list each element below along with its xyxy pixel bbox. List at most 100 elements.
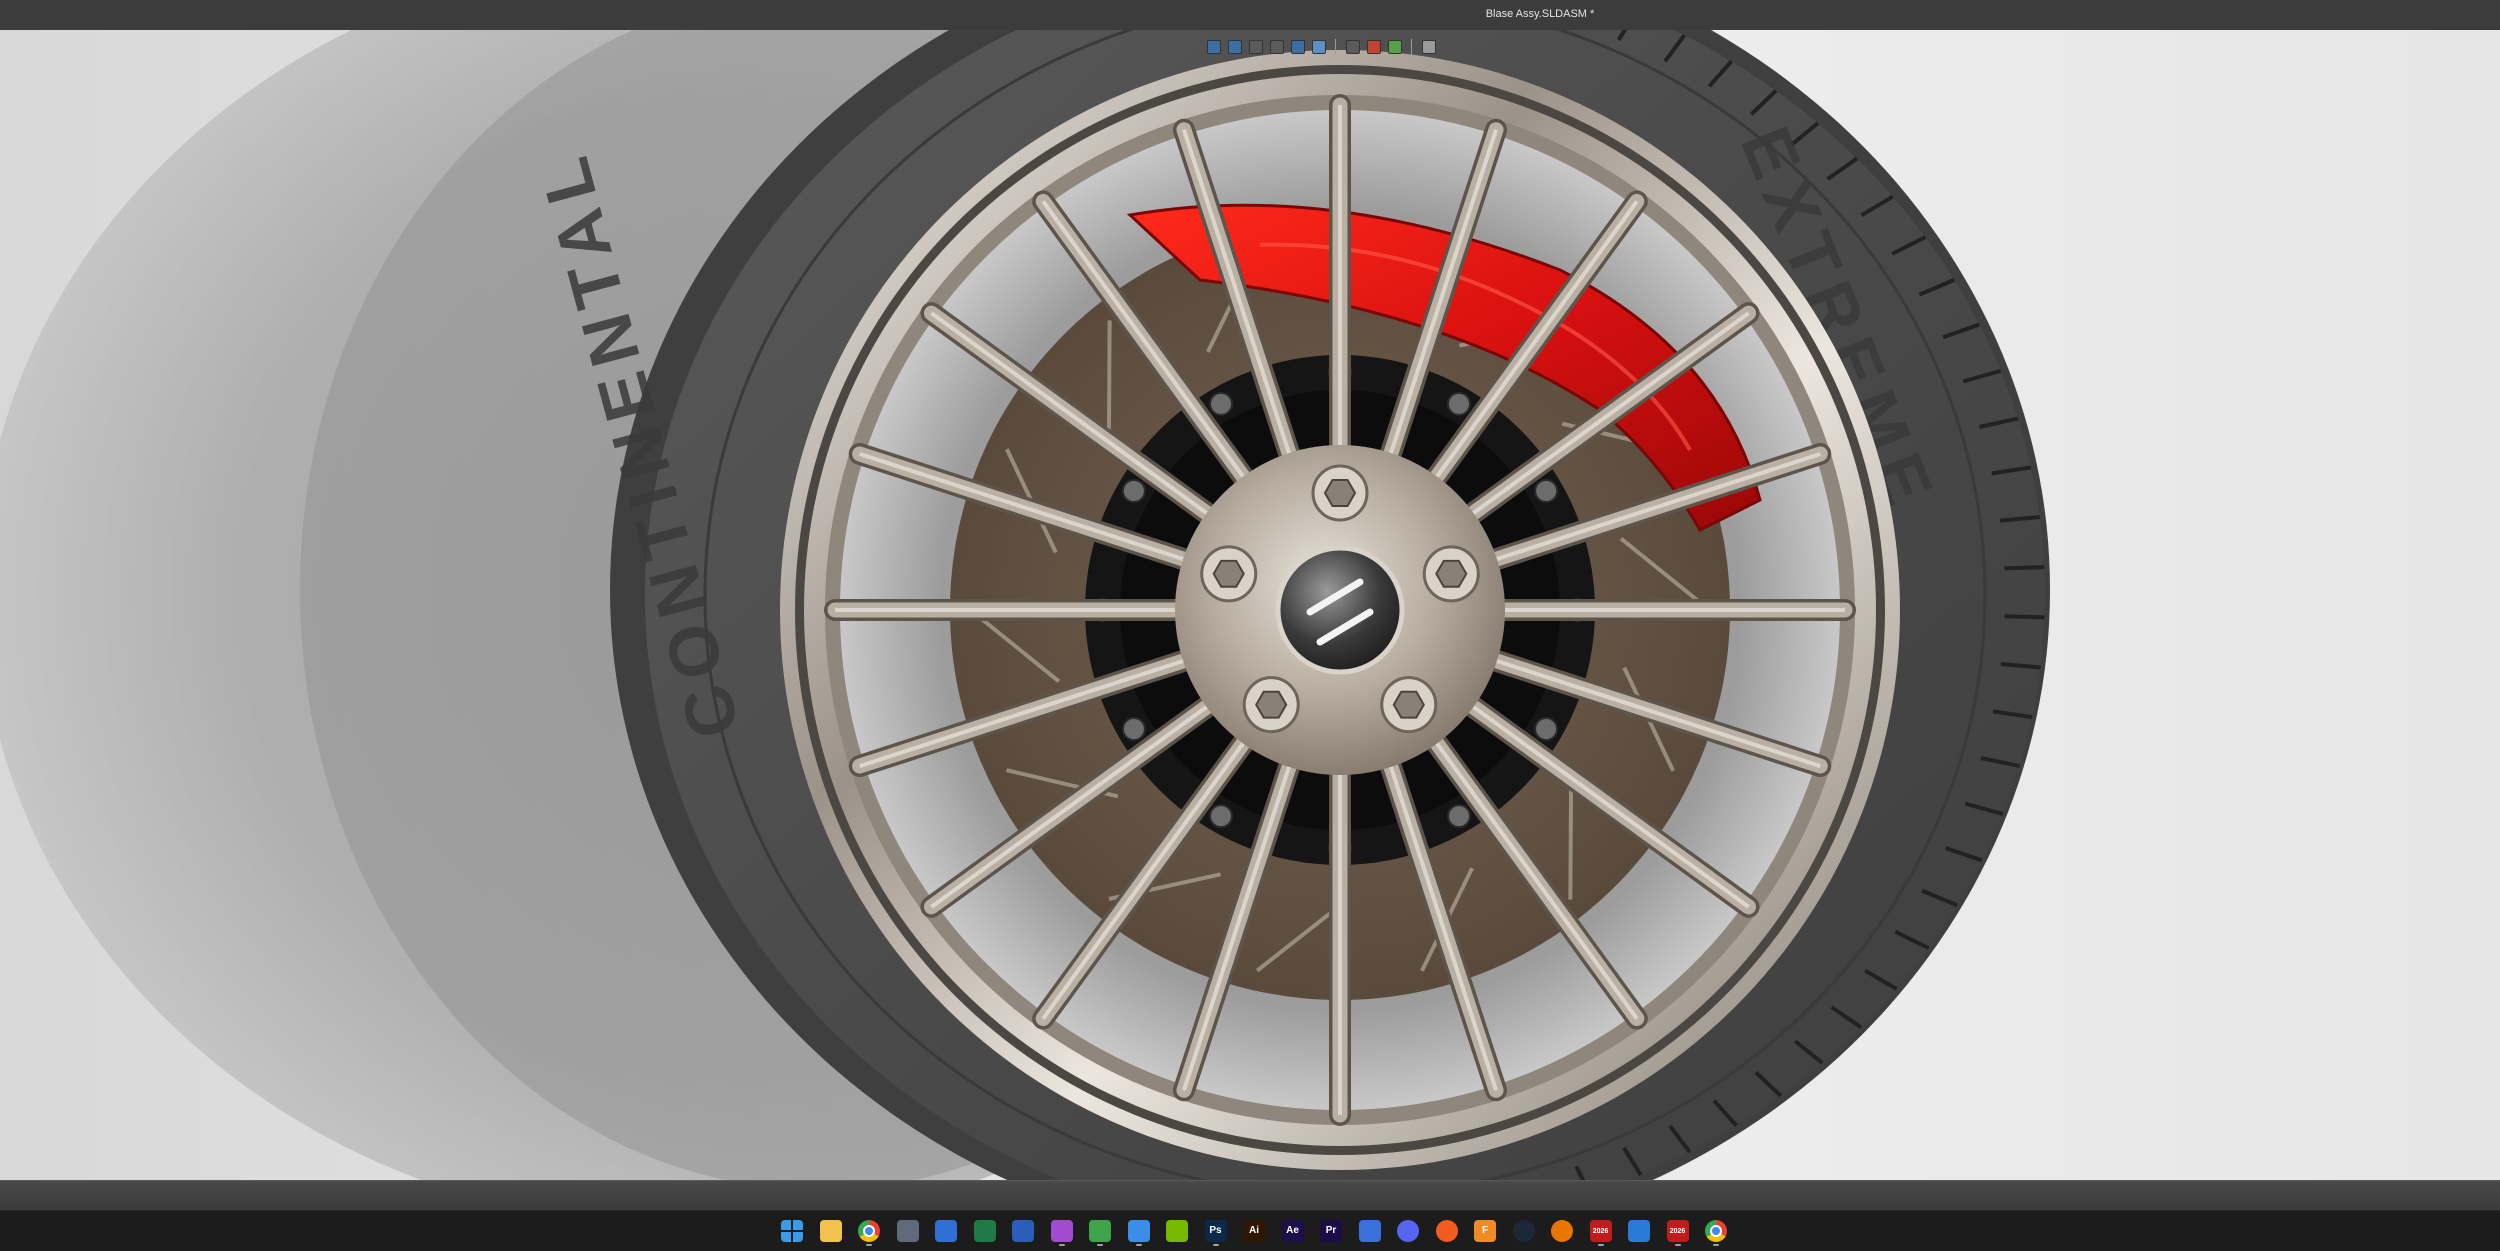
windows-taskbar: Ps Ai Ae Pr F 2026 2026 <box>0 1210 2500 1251</box>
after-effects-icon[interactable]: Ae <box>1277 1215 1309 1247</box>
taskbar-app-label: F <box>1481 1225 1489 1236</box>
rotor-bolt <box>1121 479 1146 503</box>
taskbar-app-label: Ai <box>1249 1225 1259 1236</box>
phone-link-glyph <box>1127 1220 1150 1242</box>
fusion-icon[interactable]: F <box>1469 1215 1501 1247</box>
rotor-bolt <box>1209 391 1233 416</box>
view-settings-icon[interactable] <box>1420 39 1437 56</box>
wheel-center-hub <box>1175 445 1505 775</box>
file-explorer-glyph <box>819 1220 842 1242</box>
rotor-bolt <box>1534 479 1559 503</box>
windows-start-glyph <box>781 1220 803 1242</box>
cube-app-icon[interactable] <box>1623 1215 1655 1247</box>
store-glyph <box>935 1220 957 1242</box>
graphics-viewport[interactable]: CONTINENTAL EXTREME <box>0 30 2500 1180</box>
hide-show-items-icon[interactable] <box>1344 39 1361 56</box>
apply-scene-icon[interactable] <box>1386 39 1403 56</box>
center-cap <box>1275 545 1405 675</box>
blender-glyph <box>1551 1220 1573 1242</box>
lug-nut-hex <box>1255 690 1288 719</box>
chrome-alt-icon[interactable] <box>1700 1215 1732 1247</box>
rotor-bolt <box>1121 717 1146 741</box>
blender-icon[interactable] <box>1546 1215 1578 1247</box>
phone-link-icon[interactable] <box>1123 1215 1155 1247</box>
wheel-render[interactable]: CONTINENTAL EXTREME <box>0 30 2500 1180</box>
xbox-icon[interactable] <box>1084 1215 1116 1247</box>
photoshop-icon[interactable]: Ps <box>1200 1215 1232 1247</box>
running-indicator <box>866 1244 872 1246</box>
excel-glyph <box>973 1220 996 1242</box>
lug-nut-hex <box>1212 559 1245 588</box>
rotor-bolt <box>1447 391 1471 416</box>
calculator-glyph <box>896 1220 919 1242</box>
chrome-glyph <box>858 1220 880 1242</box>
app-orange-icon[interactable] <box>1431 1215 1463 1247</box>
mail-icon[interactable] <box>1354 1215 1386 1247</box>
section-view-icon[interactable] <box>1268 39 1285 56</box>
running-indicator <box>1212 1244 1219 1246</box>
running-indicator <box>1135 1244 1142 1246</box>
rotor-bolt <box>1534 717 1559 741</box>
taskbar-app-label: Ae <box>1286 1225 1299 1236</box>
taskbar-app-label: Ps <box>1209 1225 1222 1236</box>
tread-mark <box>2004 565 2045 571</box>
mail-glyph <box>1358 1220 1381 1242</box>
solidworks-2026-a-icon[interactable]: 2026 <box>1585 1215 1617 1247</box>
view-orientation-icon[interactable] <box>1289 39 1306 56</box>
running-indicator <box>1674 1244 1681 1246</box>
windows-start-icon[interactable] <box>776 1215 808 1247</box>
nvidia-glyph <box>1166 1220 1188 1242</box>
word-glyph <box>1012 1220 1034 1242</box>
edit-appearance-icon[interactable] <box>1365 39 1382 56</box>
after-effects-glyph: Ae <box>1281 1220 1304 1242</box>
hud-separator <box>1335 39 1336 55</box>
lug-nut-hex <box>1323 479 1357 507</box>
cube-app-glyph <box>1628 1220 1650 1242</box>
camera-app-icon[interactable] <box>1046 1215 1078 1247</box>
running-indicator <box>1058 1244 1065 1246</box>
discord-glyph <box>1397 1220 1419 1242</box>
running-indicator <box>1713 1244 1719 1246</box>
taskbar-app-label: Pr <box>1325 1225 1337 1236</box>
steam-glyph <box>1512 1220 1535 1242</box>
previous-view-icon[interactable] <box>1247 39 1264 56</box>
discord-icon[interactable] <box>1392 1215 1424 1247</box>
taskbar-apps: Ps Ai Ae Pr F 2026 2026 <box>776 1215 1732 1247</box>
chrome-icon[interactable] <box>853 1215 885 1247</box>
store-icon[interactable] <box>930 1215 962 1247</box>
premiere-icon[interactable]: Pr <box>1315 1215 1347 1247</box>
rotor-bolt <box>1447 804 1471 829</box>
premiere-glyph: Pr <box>1320 1220 1342 1242</box>
disc-slot <box>1106 320 1112 435</box>
title-bar: Blase Assy.SLDASM * <box>0 0 2500 31</box>
taskbar-app-label: 2026 <box>1669 1227 1686 1235</box>
solidworks-2026-b-glyph: 2026 <box>1666 1220 1689 1242</box>
word-icon[interactable] <box>1007 1215 1039 1247</box>
heads-up-view-toolbar <box>1205 33 1437 61</box>
steam-icon[interactable] <box>1508 1215 1540 1247</box>
zoom-to-fit-icon[interactable] <box>1205 39 1222 56</box>
illustrator-icon[interactable]: Ai <box>1238 1215 1270 1247</box>
camera-app-glyph <box>1050 1220 1073 1242</box>
photoshop-glyph: Ps <box>1204 1220 1227 1242</box>
tread-mark <box>2004 614 2045 620</box>
illustrator-glyph: Ai <box>1243 1220 1265 1242</box>
file-explorer-icon[interactable] <box>815 1215 847 1247</box>
zoom-to-area-icon[interactable] <box>1226 39 1243 56</box>
solidworks-2026-b-icon[interactable]: 2026 <box>1662 1215 1694 1247</box>
running-indicator <box>1097 1244 1103 1246</box>
calculator-icon[interactable] <box>892 1215 924 1247</box>
lug-nut-hex <box>1435 559 1468 588</box>
chrome-alt-glyph <box>1705 1220 1727 1242</box>
display-style-icon[interactable] <box>1310 39 1327 56</box>
fusion-glyph: F <box>1474 1220 1496 1242</box>
nvidia-icon[interactable] <box>1161 1215 1193 1247</box>
taskbar-app-label: 2026 <box>1592 1227 1609 1235</box>
app-orange-glyph <box>1435 1220 1458 1242</box>
xbox-glyph <box>1089 1220 1111 1242</box>
excel-icon[interactable] <box>969 1215 1001 1247</box>
status-bar <box>0 1180 2500 1211</box>
solidworks-2026-a-glyph: 2026 <box>1589 1220 1612 1242</box>
running-indicator <box>1597 1244 1604 1246</box>
lug-nut-hex <box>1392 690 1425 719</box>
